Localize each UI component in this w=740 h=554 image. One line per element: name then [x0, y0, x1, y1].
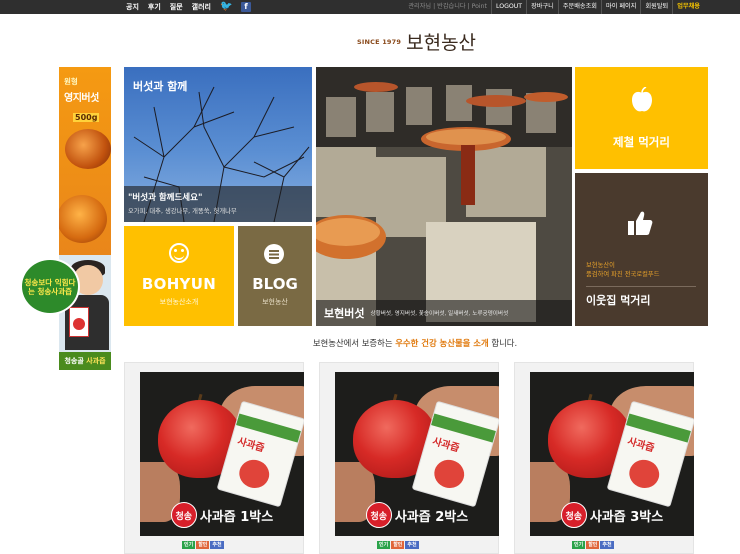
logout-link[interactable]: LOGOUT	[490, 0, 526, 14]
tile-main-title: 보현버섯	[324, 307, 365, 320]
tile-blog-sub: 보현농산	[262, 298, 288, 306]
tile-heading: 버섯과 함께	[133, 80, 188, 93]
apple-juice-circle-badge[interactable]: 청송보다 익힘다는 청송사과즙	[20, 258, 80, 315]
tag-sale: 할인	[196, 541, 210, 549]
tile-bohyun-mushroom[interactable]: 보현버섯 상황버섯, 영지버섯, 꽃송이버섯, 일새버섯, 노루궁뎅이버섯	[316, 67, 572, 326]
reishi-mushroom-image	[65, 129, 111, 169]
tag-sale: 할인	[391, 541, 405, 549]
tile-main-sub: 상황버섯, 영지버섯, 꽃송이버섯, 일새버섯, 노루궁뎅이버섯	[370, 311, 509, 317]
promo-highlight: 우수한 건강 농산물을 소개	[395, 338, 489, 348]
tag-recommended: 추천	[600, 541, 614, 549]
juice-box-image	[69, 307, 89, 337]
banner-tag: 원형	[64, 77, 78, 86]
apple-icon	[632, 87, 652, 112]
tile-main-caption: 보현버섯 상황버섯, 영지버섯, 꽃송이버섯, 일새버섯, 노루궁뎅이버섯	[316, 300, 572, 326]
product-card[interactable]: 사과즙 청송 사과즙 1박스 인기 할인 추천	[124, 362, 304, 554]
mushroom-farm-image	[316, 67, 572, 326]
product-label: 청송 사과즙 3박스	[530, 500, 694, 530]
tile-blog-title: BLOG	[252, 275, 298, 293]
banner-weight: 500g	[73, 113, 100, 122]
tile-subtext: 오가피, 대추, 생강나무, 개똥쑥, 헛개나무	[128, 208, 237, 215]
nav-link-reviews[interactable]: 후기	[148, 0, 161, 14]
user-greeting: 관리자님 | 반갑습니다 | Point	[408, 3, 487, 10]
product-label: 청송 사과즙 2박스	[335, 500, 499, 530]
chat-icon	[264, 244, 284, 264]
product-card[interactable]: 사과즙 청송 사과즙 3박스 인기 할인 추천	[514, 362, 694, 554]
withdraw-link[interactable]: 회원탈퇴	[640, 0, 672, 14]
tile-seasonal-label: 제철 먹거리	[613, 135, 670, 149]
tile-neighbor-food[interactable]: 보현농산이 품검하여 파진 전국로컬푸드 이웃집 먹거리	[575, 173, 708, 326]
order-tracking-link[interactable]: 주문배송조회	[557, 0, 601, 14]
product-tags: 인기 할인 추천	[182, 541, 224, 549]
thumbs-up-icon	[628, 211, 653, 235]
tile-neighbor-label: 이웃집 먹거리	[586, 294, 651, 307]
facebook-icon[interactable]: f	[241, 2, 251, 12]
promo-text: 보현농산에서 보증하는 우수한 건강 농산물을 소개 합니다.	[312, 338, 518, 348]
tile-with-mushroom[interactable]: 버섯과 함께 "버섯과 함께드세요" 오가피, 대추, 생강나무, 개똥쑥, 헛…	[124, 67, 312, 222]
top-bar: 공지 후기 질문 갤러리 🐦 f 관리자님 | 반갑습니다 | Point LO…	[0, 0, 740, 14]
product-label: 청송 사과즙 1박스	[140, 500, 304, 530]
tile-quote: "버섯과 함께드세요"	[128, 193, 203, 203]
reishi-mushroom-image-2	[59, 195, 107, 243]
tag-recommended: 추천	[405, 541, 419, 549]
product-name: 사과즙 1박스	[199, 509, 274, 525]
tag-sale: 할인	[586, 541, 600, 549]
tile-blog[interactable]: BLOG 보현농산	[238, 226, 312, 326]
tag-popular: 인기	[572, 541, 586, 549]
product-image[interactable]: 사과즙 청송 사과즙 2박스	[335, 372, 499, 536]
left-side-banner[interactable]: 원형 영지버섯 500g 청송골 사과즙	[59, 67, 111, 370]
product-image[interactable]: 사과즙 청송 사과즙 1박스	[140, 372, 304, 536]
jobs-link[interactable]: 업무채용	[672, 0, 704, 14]
product-tags: 인기 할인 추천	[572, 541, 614, 549]
tile-bohyun-title: BOHYUN	[141, 275, 217, 293]
tile-bohyun-intro[interactable]: BOHYUN 보현농산소개	[124, 226, 234, 326]
product-tags: 인기 할인 추천	[377, 541, 419, 549]
top-nav-right: 관리자님 | 반갑습니다 | Point LOGOUT 장바구니 주문배송조회 …	[404, 0, 704, 14]
product-name: 사과즙 2박스	[394, 509, 469, 525]
tile-bohyun-sub: 보현농산소개	[159, 298, 199, 306]
product-badge: 청송	[365, 502, 392, 528]
tag-popular: 인기	[377, 541, 391, 549]
product-name: 사과즙 3박스	[589, 509, 664, 525]
divider	[586, 286, 696, 287]
smile-icon	[169, 243, 189, 263]
product-card[interactable]: 사과즙 청송 사과즙 2박스 인기 할인 추천	[319, 362, 499, 554]
site-logo[interactable]: SINCE 1979 보현농산	[357, 28, 476, 55]
tag-recommended: 추천	[210, 541, 224, 549]
banner-title: 영지버섯	[64, 93, 99, 104]
logo-name: 보현농산	[406, 32, 477, 54]
twitter-icon[interactable]: 🐦	[220, 2, 232, 12]
reishi-banner: 원형 영지버섯 500g	[59, 67, 111, 255]
product-image[interactable]: 사과즙 청송 사과즙 3박스	[530, 372, 694, 536]
tile-caption: "버섯과 함께드세요" 오가피, 대추, 생강나무, 개똥쑥, 헛개나무	[124, 186, 312, 222]
tile-neighbor-desc: 보현농산이 품검하여 파진 전국로컬푸드	[586, 262, 660, 278]
logo-since: SINCE 1979	[357, 37, 402, 46]
nav-link-questions[interactable]: 질문	[170, 0, 183, 14]
product-badge: 청송	[170, 502, 197, 528]
tag-popular: 인기	[182, 541, 196, 549]
tile-seasonal-food[interactable]: 제철 먹거리	[575, 67, 708, 169]
apple-juice-label: 청송골 사과즙	[59, 352, 111, 370]
cart-link[interactable]: 장바구니	[526, 0, 558, 14]
mypage-link[interactable]: 마이 페이지	[601, 0, 640, 14]
product-badge: 청송	[560, 502, 587, 528]
nav-link-gallery[interactable]: 갤러리	[192, 0, 211, 14]
nav-link-notice[interactable]: 공지	[126, 0, 139, 14]
top-nav-left: 공지 후기 질문 갤러리 🐦 f	[126, 0, 251, 14]
